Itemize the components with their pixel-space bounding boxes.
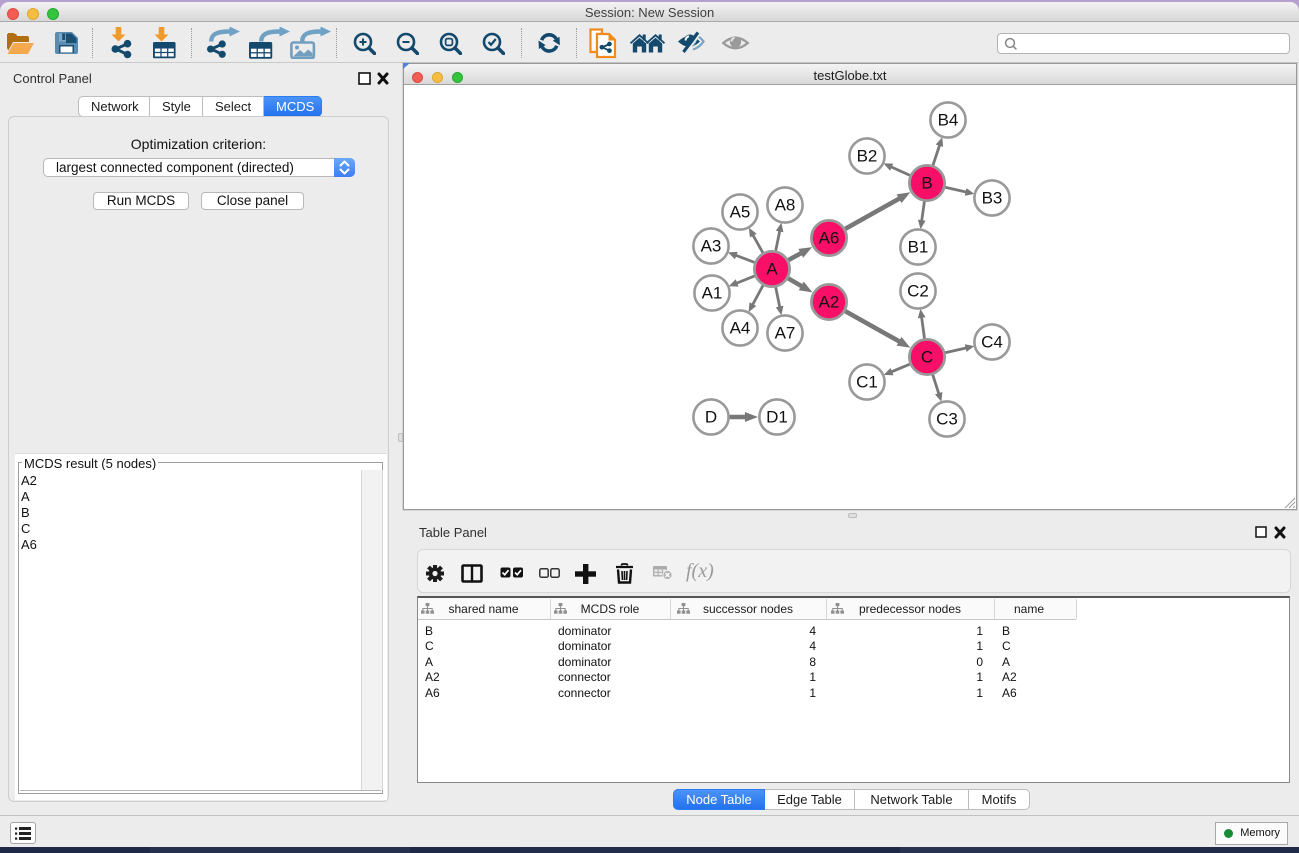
svg-text:B2: B2 [857, 147, 878, 166]
svg-text:A2: A2 [819, 293, 840, 312]
svg-text:A5: A5 [730, 203, 751, 222]
svg-text:B: B [921, 174, 932, 193]
svg-text:A7: A7 [775, 324, 796, 343]
svg-text:C2: C2 [907, 282, 929, 301]
svg-text:A: A [766, 260, 778, 279]
svg-text:A6: A6 [819, 229, 840, 248]
svg-text:C3: C3 [936, 410, 958, 429]
svg-text:B3: B3 [982, 189, 1003, 208]
svg-text:A1: A1 [702, 284, 723, 303]
svg-text:A3: A3 [701, 237, 722, 256]
svg-text:D: D [705, 408, 717, 427]
svg-text:C1: C1 [856, 373, 878, 392]
svg-text:C4: C4 [981, 333, 1003, 352]
svg-text:B1: B1 [908, 238, 929, 257]
svg-text:B4: B4 [938, 111, 959, 130]
svg-text:A4: A4 [730, 319, 751, 338]
svg-text:C: C [921, 348, 933, 367]
svg-text:D1: D1 [766, 408, 788, 427]
svg-text:A8: A8 [775, 196, 796, 215]
